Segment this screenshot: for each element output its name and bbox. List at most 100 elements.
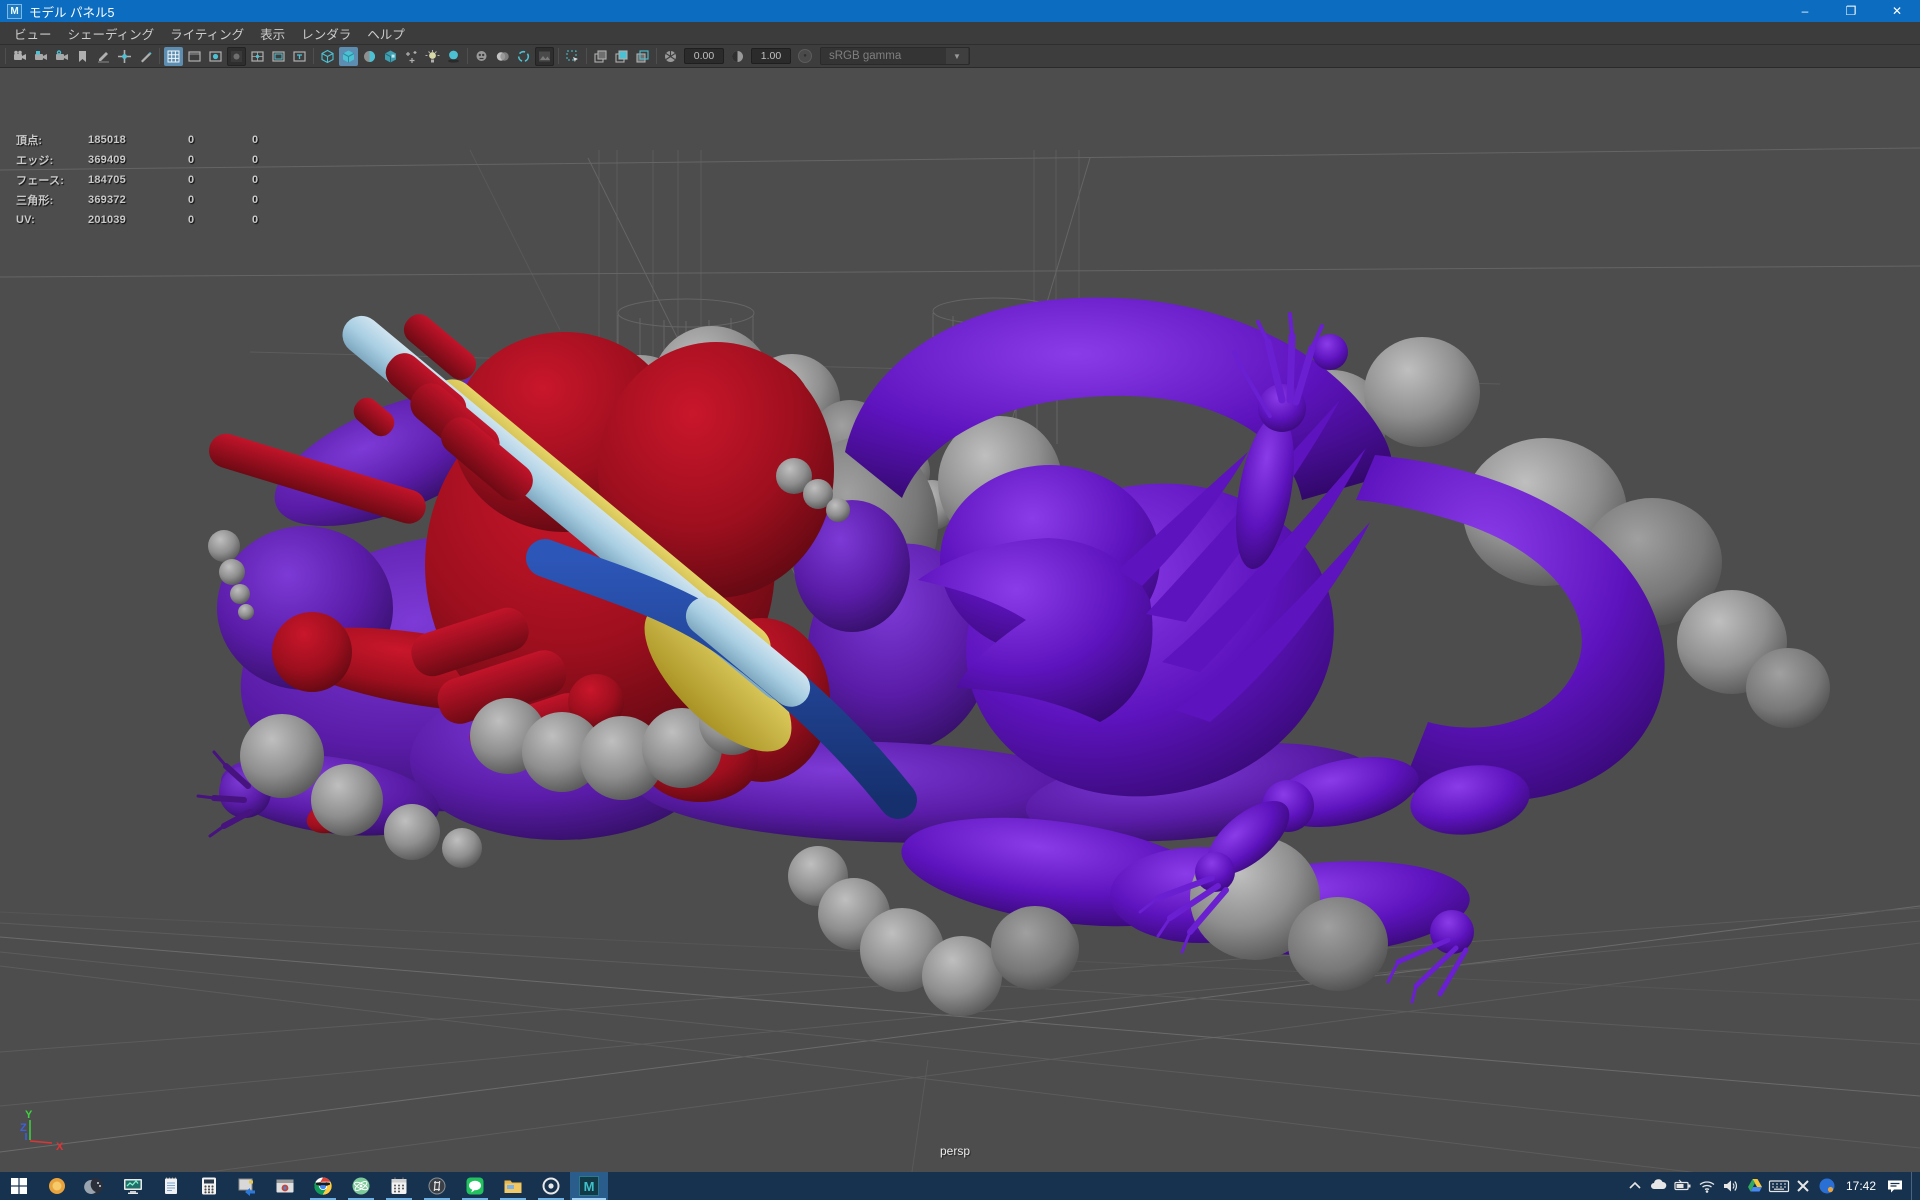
window-title: モデル パネル5 bbox=[29, 2, 114, 21]
toolbar-separator bbox=[159, 48, 160, 64]
menu-lighting[interactable]: ライティング bbox=[162, 21, 252, 46]
toolbar-separator bbox=[558, 48, 559, 64]
gamma-field[interactable]: 1.00 bbox=[751, 48, 791, 64]
hud-row-edges: エッジ:36940900 bbox=[0, 150, 316, 170]
taskbar-icon-record-ring[interactable] bbox=[532, 1172, 570, 1200]
textured-sphere-button[interactable] bbox=[360, 47, 379, 66]
show-desktop-button[interactable] bbox=[1911, 1172, 1916, 1200]
minimize-button[interactable]: – bbox=[1782, 0, 1828, 22]
titlebar[interactable]: M モデル パネル5 – ❐ ✕ bbox=[0, 0, 1920, 22]
camera-label[interactable]: persp bbox=[940, 1144, 970, 1158]
use-all-lights-button[interactable] bbox=[402, 47, 421, 66]
system-tray: 17:42 bbox=[1623, 1172, 1920, 1200]
panel-menubar: ビュー シェーディング ライティング 表示 レンダラ ヘルプ bbox=[0, 22, 1920, 45]
taskbar-icon-notepad[interactable] bbox=[152, 1172, 190, 1200]
pencil-icon[interactable] bbox=[136, 47, 155, 66]
taskbar-icon-calculator[interactable] bbox=[190, 1172, 228, 1200]
exposure-icon[interactable] bbox=[661, 47, 680, 66]
shadows-button[interactable] bbox=[444, 47, 463, 66]
occlusion-button[interactable] bbox=[472, 47, 491, 66]
close-button[interactable]: ✕ bbox=[1874, 0, 1920, 22]
taskbar-icon-file-explorer[interactable] bbox=[494, 1172, 532, 1200]
gate-mask-button[interactable] bbox=[227, 47, 246, 66]
menu-help[interactable]: ヘルプ bbox=[359, 21, 413, 46]
hud-row-vertices: 頂点:18501800 bbox=[0, 130, 316, 150]
ambient-light-button[interactable] bbox=[423, 47, 442, 66]
ime-keyboard-icon[interactable] bbox=[1767, 1172, 1791, 1200]
viewport-canvas[interactable] bbox=[0, 68, 1920, 1172]
menu-view[interactable]: ビュー bbox=[6, 21, 60, 46]
maya-model-panel-window: M モデル パネル5 – ❐ ✕ ビュー シェーディング ライティング 表示 レ… bbox=[0, 0, 1920, 1200]
chevron-down-icon: ▼ bbox=[946, 48, 968, 64]
menu-shading[interactable]: シェーディング bbox=[60, 21, 163, 46]
taskbar-icon-task-manager[interactable] bbox=[114, 1172, 152, 1200]
taskbar-icon-calendar-app[interactable] bbox=[380, 1172, 418, 1200]
menu-show[interactable]: 表示 bbox=[252, 21, 293, 46]
taskbar-icon-line-messenger[interactable] bbox=[456, 1172, 494, 1200]
hud-row-faces: フェース:18470500 bbox=[0, 170, 316, 190]
google-drive-icon[interactable] bbox=[1743, 1172, 1767, 1200]
field-chart-button[interactable] bbox=[248, 47, 267, 66]
bookmark-icon[interactable] bbox=[73, 47, 92, 66]
viewport-3d[interactable]: 頂点:18501800 エッジ:36940900 フェース:18470500 三… bbox=[0, 68, 1920, 1172]
hud-row-uvs: UV:20103900 bbox=[0, 210, 316, 230]
taskbar-icon-gear-dark[interactable] bbox=[418, 1172, 456, 1200]
axis-gizmo: Y X Z bbox=[12, 1108, 72, 1156]
wifi-icon[interactable] bbox=[1695, 1172, 1719, 1200]
color-space-dropdown[interactable]: sRGB gamma ▼ bbox=[820, 47, 970, 65]
isolate-select-button[interactable] bbox=[563, 47, 582, 66]
camera-gear-icon[interactable] bbox=[52, 47, 71, 66]
safe-title-button[interactable] bbox=[290, 47, 309, 66]
wireframe-cube-button[interactable] bbox=[318, 47, 337, 66]
battery-icon[interactable] bbox=[1671, 1172, 1695, 1200]
ime-close-icon[interactable] bbox=[1791, 1172, 1815, 1200]
textured-cube-button[interactable] bbox=[381, 47, 400, 66]
taskbar-icon-chrome-profile[interactable] bbox=[304, 1172, 342, 1200]
contrast-icon[interactable] bbox=[728, 47, 747, 66]
snap-move-icon[interactable] bbox=[115, 47, 134, 66]
toolbar-separator bbox=[5, 48, 6, 64]
hud-poly-count: 頂点:18501800 エッジ:36940900 フェース:18470500 三… bbox=[0, 130, 316, 230]
motion-blur-button[interactable] bbox=[493, 47, 512, 66]
taskbar-icon-browser-frame[interactable] bbox=[266, 1172, 304, 1200]
taskbar-icon-ring-app[interactable] bbox=[38, 1172, 76, 1200]
taskbar-icon-crescent-app[interactable] bbox=[76, 1172, 114, 1200]
grease-pencil-icon[interactable] bbox=[94, 47, 113, 66]
exposure-field[interactable]: 0.00 bbox=[684, 48, 724, 64]
taskbar-icon-maya[interactable]: M bbox=[570, 1172, 608, 1200]
shaded-cube-button[interactable] bbox=[339, 47, 358, 66]
taskbar-icon-atom-green[interactable] bbox=[342, 1172, 380, 1200]
action-center-icon[interactable] bbox=[1883, 1172, 1907, 1200]
start-button[interactable] bbox=[0, 1172, 38, 1200]
safe-action-button[interactable] bbox=[269, 47, 288, 66]
layer-stack-icon[interactable] bbox=[633, 47, 652, 66]
language-indicator-icon[interactable] bbox=[1815, 1172, 1839, 1200]
grid-display-button[interactable] bbox=[164, 47, 183, 66]
volume-icon[interactable] bbox=[1719, 1172, 1743, 1200]
menu-renderer[interactable]: レンダラ bbox=[293, 21, 359, 46]
camera-lock-icon[interactable] bbox=[31, 47, 50, 66]
taskbar-clock[interactable]: 17:42 bbox=[1839, 1179, 1883, 1193]
film-camera-icon[interactable] bbox=[10, 47, 29, 66]
gray-sphere bbox=[1288, 897, 1388, 991]
panel-toolbar: 0.00 1.00 ● sRGB gamma ▼ bbox=[0, 45, 1920, 68]
axis-x-label: X bbox=[56, 1141, 64, 1153]
svg-text:M: M bbox=[584, 1179, 595, 1194]
maya-app-icon: M bbox=[7, 4, 22, 19]
multisample-button[interactable] bbox=[514, 47, 533, 66]
layer-stack-icon[interactable] bbox=[612, 47, 631, 66]
axis-y-label: Y bbox=[25, 1109, 33, 1121]
restore-button[interactable]: ❐ bbox=[1828, 0, 1874, 22]
toolbar-separator bbox=[467, 48, 468, 64]
layer-stack-icon[interactable] bbox=[591, 47, 610, 66]
film-gate-button[interactable] bbox=[185, 47, 204, 66]
toolbar-separator bbox=[656, 48, 657, 64]
taskbar-icon-setup-wizard[interactable] bbox=[228, 1172, 266, 1200]
gamma-toggle[interactable]: ● bbox=[798, 49, 812, 63]
tray-expand-icon[interactable] bbox=[1623, 1172, 1647, 1200]
onedrive-icon[interactable] bbox=[1647, 1172, 1671, 1200]
toolbar-separator bbox=[313, 48, 314, 64]
toolbar-separator bbox=[586, 48, 587, 64]
capture-button[interactable] bbox=[535, 47, 554, 66]
resolution-gate-button[interactable] bbox=[206, 47, 225, 66]
